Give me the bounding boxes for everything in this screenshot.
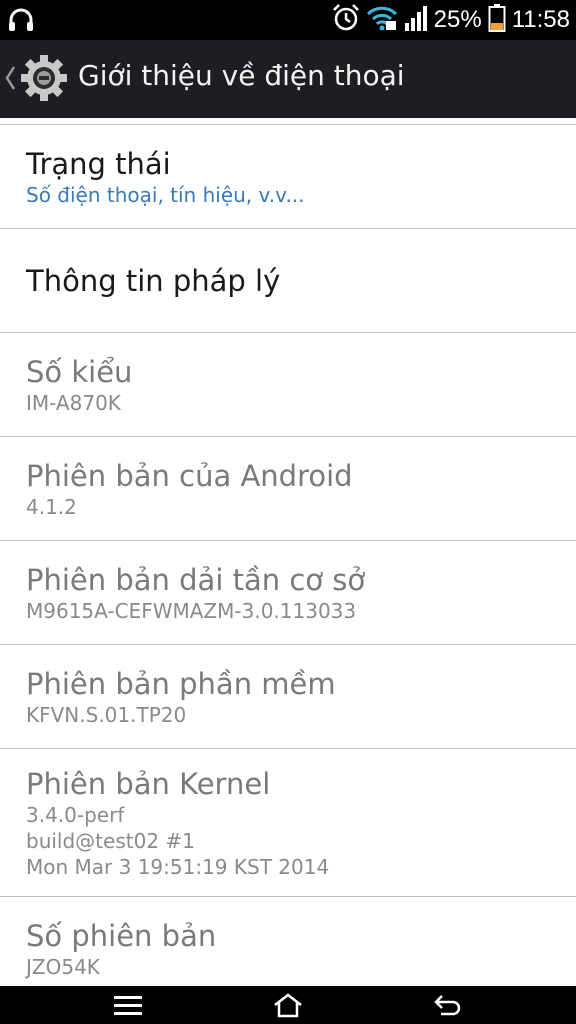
navigation-bar bbox=[0, 986, 576, 1024]
page-title: Giới thiệu về điện thoại bbox=[78, 59, 405, 92]
status-bar: 25% 11:58 bbox=[0, 0, 576, 40]
settings-gear-icon bbox=[18, 52, 70, 104]
menu-icon[interactable] bbox=[78, 986, 178, 1024]
about-phone-list: Trạng thái Số điện thoại, tín hiệu, v.v.… bbox=[0, 118, 576, 986]
battery-percent: 25% bbox=[433, 6, 482, 33]
home-icon[interactable] bbox=[238, 986, 338, 1024]
action-bar[interactable]: Giới thiệu về điện thoại bbox=[0, 40, 576, 118]
list-item-software-version: Phiên bản phần mềm KFVN.S.01.TP20 bbox=[0, 645, 576, 749]
wifi-icon bbox=[366, 3, 398, 37]
signal-icon bbox=[404, 4, 428, 36]
clock-time: 11:58 bbox=[511, 6, 570, 33]
list-item-baseband-version: Phiên bản dải tần cơ sở M9615A-CEFWMAZM-… bbox=[0, 541, 576, 645]
list-item-title: Phiên bản của Android bbox=[26, 458, 353, 493]
list-item-title: Phiên bản phần mềm bbox=[26, 666, 336, 701]
list-item-title: Phiên bản dải tần cơ sở bbox=[26, 562, 366, 597]
list-item-title: Thông tin pháp lý bbox=[26, 263, 281, 298]
battery-icon bbox=[488, 3, 506, 37]
headset-icon bbox=[6, 5, 36, 39]
list-item-build-number[interactable]: Số phiên bản JZO54K bbox=[0, 897, 576, 986]
list-item-status[interactable]: Trạng thái Số điện thoại, tín hiệu, v.v.… bbox=[0, 125, 576, 229]
list-item-kernel-version: Phiên bản Kernel 3.4.0-perf build@test02… bbox=[0, 749, 576, 897]
list-item-value-line: 3.4.0-perf bbox=[26, 802, 125, 827]
list-item-value: JZO54K bbox=[26, 955, 100, 979]
list-item-value: 4.1.2 bbox=[26, 494, 77, 519]
chevron-left-icon[interactable] bbox=[4, 64, 16, 96]
alarm-icon bbox=[332, 3, 360, 37]
list-item-legal-info[interactable]: Thông tin pháp lý bbox=[0, 229, 576, 333]
list-item-value: IM-A870K bbox=[26, 390, 121, 415]
list-item-model-number: Số kiểu IM-A870K bbox=[0, 333, 576, 437]
list-item-title: Số phiên bản bbox=[26, 919, 217, 953]
list-item-value-line: Mon Mar 3 19:51:19 KST 2014 bbox=[26, 854, 330, 879]
list-item-title: Số kiểu bbox=[26, 354, 133, 389]
list-divider bbox=[0, 118, 576, 125]
list-item-subtitle: Số điện thoại, tín hiệu, v.v... bbox=[26, 182, 305, 207]
list-item-title: Phiên bản Kernel bbox=[26, 766, 271, 801]
list-item-value: M9615A-CEFWMAZM-3.0.113033 bbox=[26, 598, 357, 623]
list-item-value-line: build@test02 #1 bbox=[26, 828, 195, 853]
list-item-android-version[interactable]: Phiên bản của Android 4.1.2 bbox=[0, 437, 576, 541]
back-icon[interactable] bbox=[396, 986, 496, 1024]
list-item-value: KFVN.S.01.TP20 bbox=[26, 702, 187, 727]
list-item-title: Trạng thái bbox=[26, 146, 171, 181]
